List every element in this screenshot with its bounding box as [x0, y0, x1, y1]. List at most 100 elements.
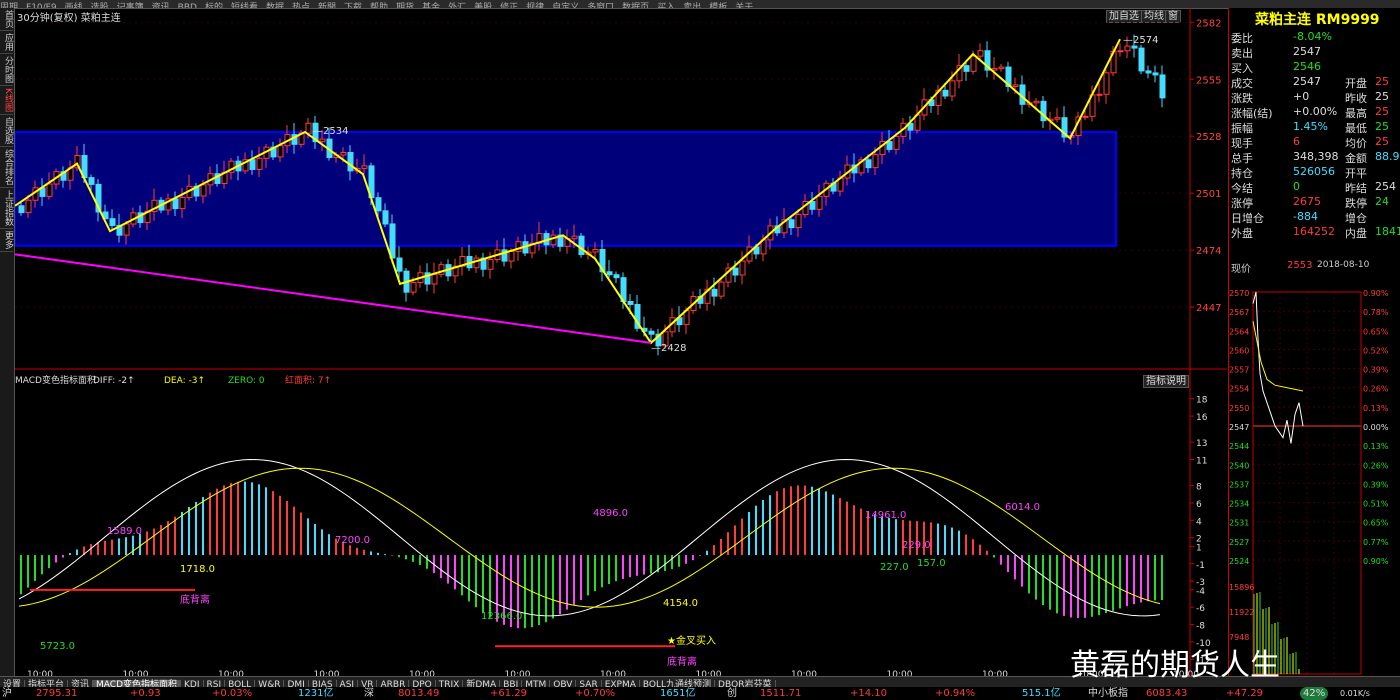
status-zx-change: +47.29: [1226, 688, 1264, 699]
quote-row: 总手 348,398 金额 88.98: [1229, 150, 1400, 165]
candle: [1096, 93, 1103, 96]
price-axis-label: 2474: [1196, 246, 1221, 257]
status-sh-label: 沪: [2, 688, 12, 699]
quote-row-value: 0: [1293, 180, 1300, 193]
candle: [1082, 115, 1089, 118]
quote-row-key2: 跌停: [1345, 197, 1367, 210]
status-cy-label: 创: [727, 688, 737, 699]
candle: [809, 201, 816, 210]
quote-row-value: 2547: [1293, 45, 1321, 58]
candle: [109, 218, 116, 226]
candle: [732, 267, 739, 276]
candle: [606, 271, 613, 276]
left-nav-item[interactable]: 应用: [0, 31, 13, 54]
status-net-speed: 0.01K/s: [1340, 689, 1370, 698]
quote-row-key: 委比: [1231, 32, 1253, 45]
quote-row: 持仓 526056 开平: [1229, 165, 1400, 180]
mini-price-label: 2531: [1229, 519, 1249, 528]
mini-price-label: 2527: [1229, 538, 1249, 547]
left-nav-item[interactable]: 自选股: [0, 115, 13, 147]
candle: [718, 281, 725, 297]
mini-pct-label: 0.52%: [1363, 346, 1389, 355]
status-cy-amount: 515.1亿: [1022, 688, 1061, 699]
mini-pct-label: 0.77%: [1363, 538, 1389, 547]
candle: [410, 281, 417, 293]
candle: [508, 250, 515, 262]
quote-row-key: 成交: [1231, 77, 1253, 90]
quote-date: 2018-08-10: [1317, 260, 1370, 270]
candle: [340, 151, 347, 156]
quote-row-value: +0.00%: [1293, 105, 1338, 118]
quote-row-key: 涨跌: [1231, 92, 1253, 105]
quote-row-key: 持仓: [1231, 167, 1253, 180]
indicator-header-dea: DEA: -3↑: [164, 376, 205, 386]
macd-label: 7200.0: [335, 535, 370, 546]
candle: [382, 210, 389, 225]
candle: [816, 195, 823, 210]
macd-axis-label: 18: [1196, 396, 1208, 406]
quote-row-value2: 25: [1375, 90, 1389, 103]
quote-row-key: 卖出: [1231, 47, 1253, 60]
status-sz-value: 8013.49: [398, 688, 440, 699]
mini-price-label: 2547: [1229, 423, 1249, 432]
mini-pct-label: 0.00%: [1363, 423, 1389, 432]
mini-pct-label: 0.90%: [1363, 289, 1389, 298]
quote-row-value2: 254: [1375, 180, 1396, 193]
candle: [431, 273, 438, 285]
quote-row-value: 526056: [1293, 165, 1335, 178]
macd-label: 4896.0: [593, 508, 628, 519]
macd-axis-label: 11: [1196, 457, 1207, 467]
left-nav-item[interactable]: 综合排名: [0, 147, 13, 188]
trend-line: [15, 253, 652, 344]
left-nav-item[interactable]: 上证指数: [0, 188, 13, 229]
macd-axis-label: 1: [1196, 543, 1202, 553]
quote-row-value: 2546: [1293, 60, 1321, 73]
candle: [375, 197, 382, 212]
quote-row-key: 买入: [1231, 62, 1253, 75]
candle: [1152, 72, 1159, 76]
candle: [389, 223, 396, 259]
quote-row-value: 348,398: [1293, 150, 1339, 163]
kline-chart-area[interactable]: 30分钟(复权) 菜粕主连 加自选 均线 窗 指标说明 2582 2555 2528…: [15, 8, 1227, 676]
quote-row-key: 振幅: [1231, 122, 1253, 135]
mini-price-label: 2544: [1229, 442, 1249, 451]
divergence-label: 底背离: [667, 655, 697, 668]
macd-axis-label: -6: [1196, 604, 1205, 614]
mini-price-label: 2534: [1229, 500, 1249, 509]
mini-price-label: 2524: [1229, 557, 1249, 566]
quote-row-key: 今结: [1231, 182, 1253, 195]
candle: [361, 165, 368, 169]
quote-row-key2: 开平: [1345, 167, 1367, 180]
price-axis-label: 2501: [1196, 189, 1221, 200]
mini-price-line: [1252, 291, 1304, 444]
mini-price-label: 2550: [1229, 404, 1249, 413]
candle: [1131, 45, 1138, 49]
mini-pct-label: 0.90%: [1363, 557, 1389, 566]
status-sh-pct: +0.03%: [212, 688, 253, 699]
quote-row: 今结 0 昨结 254: [1229, 180, 1400, 195]
macd-label: 12366.0: [481, 611, 522, 622]
quote-row-key2: 金额: [1345, 152, 1367, 165]
mini-price-label: 2560: [1229, 346, 1249, 355]
left-nav-item[interactable]: 分时图: [0, 54, 13, 86]
left-nav-item[interactable]: 更多: [0, 229, 13, 252]
candle: [739, 260, 746, 276]
quote-row-key2: 昨收: [1345, 92, 1367, 105]
macd-axis-label: -1: [1196, 561, 1205, 571]
mini-volume-label: 11922: [1229, 608, 1254, 617]
candle: [347, 151, 354, 172]
status-sz-amount: 1651亿: [660, 688, 696, 699]
candle: [1054, 117, 1061, 120]
quote-row-value2: 24: [1375, 195, 1389, 208]
candle: [865, 159, 872, 169]
left-nav-item[interactable]: 首页: [0, 8, 13, 31]
candle: [1103, 72, 1110, 95]
candle: [1124, 45, 1131, 52]
macd-axis-label: -8: [1196, 622, 1205, 632]
left-nav-item[interactable]: K线图: [0, 86, 13, 115]
candle: [473, 257, 480, 269]
quote-row-key: 总手: [1231, 152, 1253, 165]
status-zx-label: 中小板指: [1088, 688, 1128, 699]
annotation-high-right: —2574: [1123, 35, 1158, 46]
candle: [795, 214, 802, 229]
